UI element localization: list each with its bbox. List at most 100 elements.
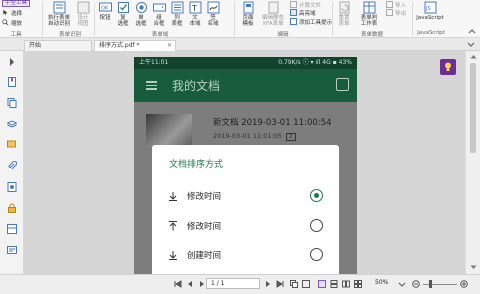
prev-page-icon[interactable] (186, 280, 194, 288)
design-view-icon (77, 1, 89, 14)
checkbox-icon (117, 2, 129, 13)
phone-app-title: 我的文档 (172, 79, 221, 93)
button-field-button[interactable]: OK 按钮 (97, 1, 113, 21)
text-field-icon: T (189, 1, 201, 14)
last-page-icon[interactable] (276, 280, 284, 288)
single-page-view-icon[interactable] (318, 280, 326, 288)
page-template-button[interactable]: 页面 模板 (238, 1, 258, 27)
sort-option-label: 创建时间 (187, 251, 222, 261)
auto-recognize-form-button[interactable]: 执行表单 自动识别 (46, 1, 72, 27)
edit-xfa-button[interactable]: 编辑静态 XFA表单 (259, 1, 287, 27)
design-view-button[interactable]: 设计 视图 (74, 1, 92, 27)
combobox-field-button[interactable]: 组 合框 (151, 1, 167, 27)
checkbox-field-label: 复 选框 (117, 15, 129, 27)
add-tooltip-button[interactable]: 添加工具提示 (290, 17, 332, 26)
zoom-dropdown-icon[interactable] (398, 280, 406, 288)
comments-icon[interactable] (7, 140, 17, 150)
export-button[interactable]: 导出 (386, 8, 406, 17)
tab-menu-icon[interactable] (467, 41, 475, 49)
two-page-continuous-icon[interactable] (354, 280, 362, 288)
bookmark-icon[interactable] (7, 77, 17, 87)
signature-field-button[interactable]: 签 名域 (205, 1, 221, 27)
form-to-sheet-label: 表单判 工作表 (360, 15, 378, 27)
close-tab-icon[interactable]: ✕ (167, 41, 172, 51)
highlight-fields-button[interactable]: 高亮域 (290, 8, 316, 17)
form-fields-panel-icon[interactable] (7, 224, 17, 234)
radio-field-button[interactable]: 单 选框 (133, 1, 149, 27)
form-to-sheet-button[interactable]: 表单判 工作表 (356, 1, 382, 27)
zoom-slider-handle[interactable] (429, 280, 432, 288)
hand-tool-button[interactable]: 手型工具 (2, 0, 30, 7)
next-page-icon[interactable] (198, 280, 206, 288)
doc-date: 2019-03-01 11:01:05 (213, 132, 283, 140)
next-page-icon[interactable] (264, 280, 272, 288)
group-label-tools: 工具 (10, 32, 22, 38)
lock-icon[interactable] (7, 203, 17, 213)
zoom-level[interactable]: 50% (375, 279, 388, 286)
phone-action-icon (336, 78, 349, 91)
status-time: 上午11:01 (139, 59, 169, 66)
export-icon (386, 9, 393, 16)
signature-panel-icon[interactable] (7, 182, 17, 192)
edit-xfa-label: 编辑静态 XFA表单 (261, 15, 284, 27)
tab-bar: 开始 排序方式.pdf * ✕ (0, 38, 480, 51)
scroll-down-icon[interactable] (470, 265, 477, 270)
expand-panel-icon[interactable] (9, 57, 15, 67)
page-number-value: 1 / 1 (211, 280, 225, 287)
textfield-button[interactable]: T 文 本域 (187, 1, 203, 27)
attachment-icon[interactable] (7, 161, 17, 171)
zoom-in-icon[interactable] (460, 280, 468, 288)
zoom-button[interactable]: 缩放 (2, 18, 22, 27)
checkbox-field-button[interactable]: 复 选框 (115, 1, 131, 27)
lightbulb-icon (445, 62, 451, 71)
page-number-input[interactable]: 1 / 1 (206, 278, 260, 289)
listbox-icon (171, 1, 183, 14)
divider (234, 2, 235, 36)
fullscreen-icon[interactable] (302, 280, 310, 288)
highlight-fields-label: 高亮域 (299, 10, 316, 17)
zoom-out-icon[interactable] (412, 280, 420, 288)
destinations-icon[interactable] (7, 245, 17, 255)
zoom-label: 缩放 (11, 20, 23, 27)
select-button[interactable]: 选择 (2, 8, 22, 17)
phone-status-bar: 上午11:01 0.79K/s ⓘ ▾ ıll 4G ▪ 43% (134, 57, 357, 69)
javascript-button[interactable]: JS JavaScript (415, 1, 445, 21)
radio-icon (135, 2, 147, 13)
scroll-up-icon[interactable] (470, 54, 477, 59)
tips-bulb-button[interactable] (440, 59, 456, 75)
tab-document[interactable]: 排序方式.pdf * ✕ (94, 40, 176, 51)
group-label-javascript: JavaScript (417, 30, 445, 36)
reset-form-icon (339, 1, 349, 14)
signature-field-label: 签 名域 (207, 15, 219, 27)
copy-view-icon[interactable] (290, 280, 298, 288)
reset-form-label: 重置 表单 (338, 15, 350, 27)
combobox-icon (152, 3, 166, 12)
first-page-icon[interactable] (174, 280, 182, 288)
javascript-icon: JS (424, 1, 436, 14)
arrow-up-icon (169, 221, 177, 231)
two-page-view-icon[interactable] (342, 280, 350, 288)
divider (332, 2, 333, 36)
listbox-field-button[interactable]: 列 表框 (169, 1, 185, 27)
zoom-icon (2, 19, 9, 26)
status-bar: 1 / 1 50% (0, 274, 480, 294)
sort-option-radio (310, 219, 323, 232)
doc-title: 新文档 2019-03-01 11:00:54 (213, 118, 332, 128)
signature-icon (207, 1, 219, 14)
continuous-view-icon[interactable] (330, 280, 338, 288)
scrollbar-thumb[interactable] (470, 63, 476, 153)
xfa-icon (268, 1, 278, 14)
page-template-icon (243, 1, 253, 14)
pages-icon[interactable] (7, 98, 17, 108)
page-template-label: 页面 模板 (242, 15, 254, 27)
calculator-icon (290, 1, 297, 8)
sort-option: 修改时间 (152, 185, 339, 207)
import-icon (386, 1, 393, 8)
reset-form-button[interactable]: 重置 表单 (335, 1, 353, 27)
collapse-ribbon-icon[interactable] (468, 28, 476, 34)
vertical-scrollbar[interactable] (465, 51, 480, 274)
layers-icon[interactable] (7, 119, 17, 129)
listbox-field-label: 列 表框 (171, 15, 183, 27)
tab-home[interactable]: 开始 (24, 40, 92, 51)
group-label-form-recognition: 表单识别 (58, 32, 81, 38)
